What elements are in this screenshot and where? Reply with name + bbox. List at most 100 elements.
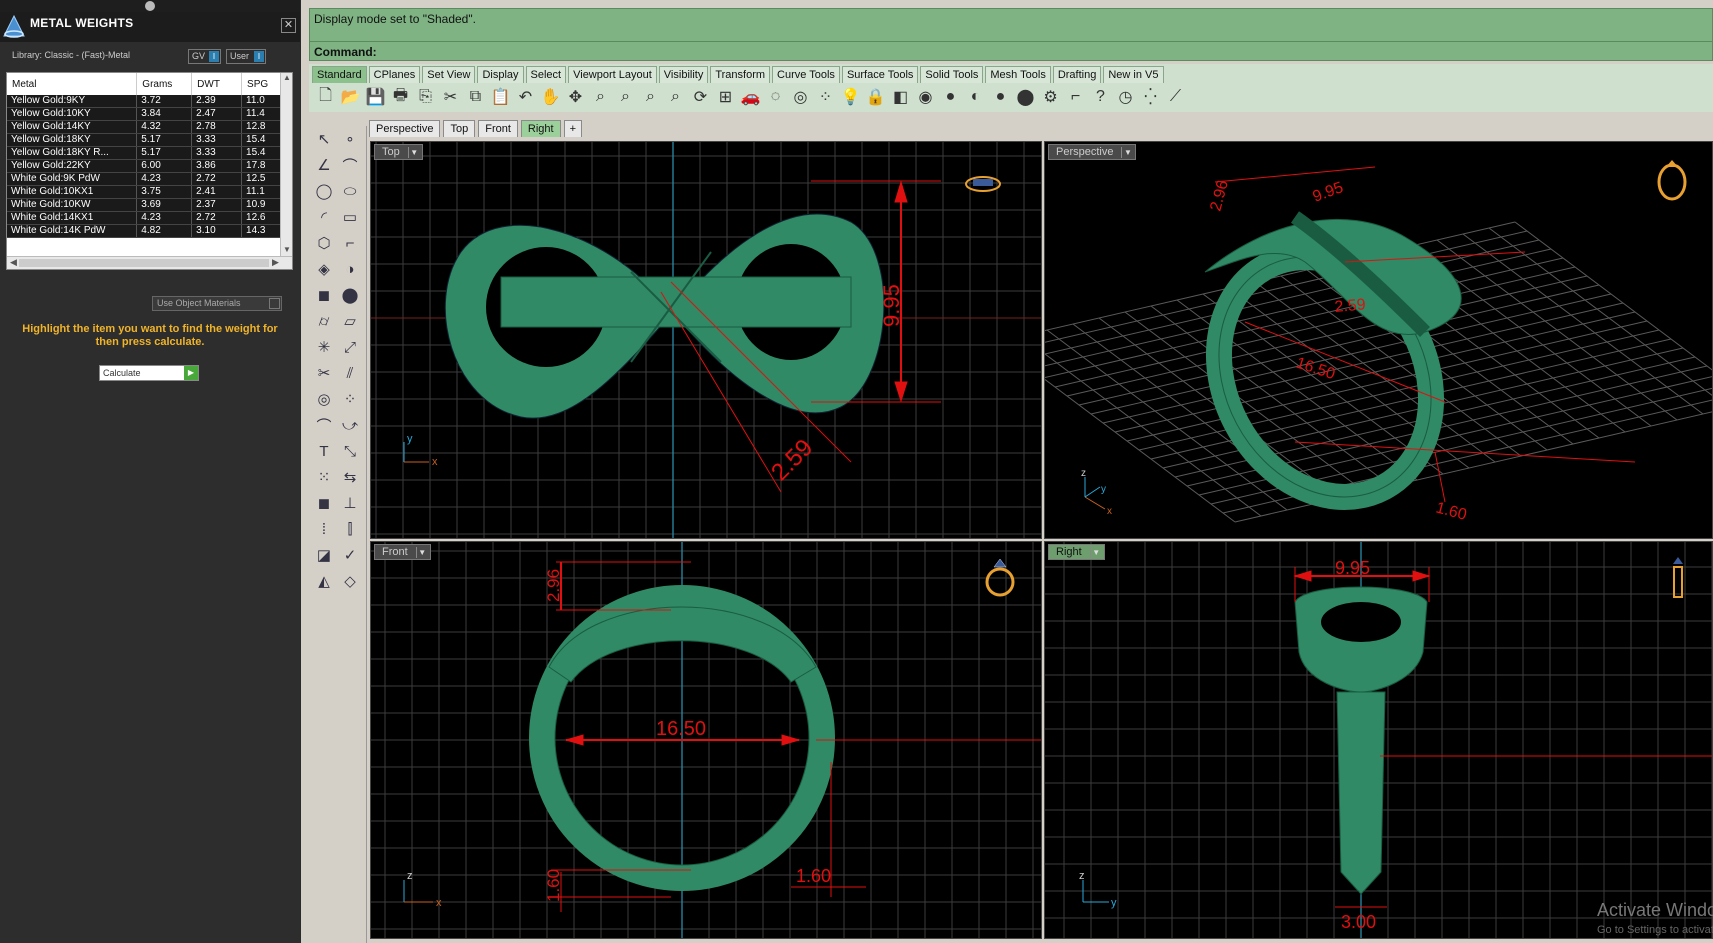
grid-snap-icon[interactable]: ⁘ bbox=[815, 86, 836, 108]
col-metal[interactable]: Metal bbox=[7, 73, 138, 95]
scroll-up-icon[interactable]: ▲ bbox=[283, 73, 291, 82]
curve-icon[interactable]: ⌒ bbox=[339, 154, 361, 176]
table-row[interactable]: Yellow Gold:18KY 5.17 3.33 15.4 bbox=[7, 133, 282, 147]
chevron-down-icon[interactable]: ▼ bbox=[1121, 147, 1133, 158]
move-view-icon[interactable]: ✥ bbox=[565, 86, 586, 108]
tab-viewport-layout[interactable]: Viewport Layout bbox=[568, 66, 657, 83]
plane-icon[interactable]: ▱ bbox=[339, 310, 361, 332]
tab-drafting[interactable]: Drafting bbox=[1052, 66, 1102, 83]
col-spg[interactable]: SPG bbox=[241, 73, 282, 95]
table-row[interactable]: White Gold:9K PdW 4.23 2.72 12.5 bbox=[7, 172, 282, 186]
viewport-top-label[interactable]: Top ▼ bbox=[374, 144, 423, 160]
viewport-front[interactable]: 2.96 16.50 1.60 1.60 z x Front ▼ bbox=[370, 541, 1042, 939]
revolve-icon[interactable]: ◑ bbox=[339, 258, 361, 280]
table-row[interactable]: Yellow Gold:14KY 4.32 2.78 12.8 bbox=[7, 120, 282, 134]
dimension-icon[interactable]: ⊥ bbox=[339, 492, 361, 514]
gv-toggle[interactable]: GV I bbox=[188, 49, 221, 64]
pan-icon[interactable]: ✋ bbox=[540, 86, 561, 108]
viewport-tab-right[interactable]: Right bbox=[520, 120, 561, 137]
paste-icon[interactable]: 📋 bbox=[490, 86, 511, 108]
box-icon[interactable]: ◼ bbox=[313, 284, 335, 306]
calculate-dropdown[interactable]: Calculate ▶ bbox=[99, 365, 199, 381]
tab-mesh-tools[interactable]: Mesh Tools bbox=[985, 66, 1051, 83]
play-icon[interactable]: ▶ bbox=[184, 366, 198, 380]
tab-solid-tools[interactable]: Solid Tools bbox=[920, 66, 984, 83]
tab-transform[interactable]: Transform bbox=[710, 66, 771, 83]
table-row[interactable]: Yellow Gold:18KY R... 5.17 3.33 15.4 bbox=[7, 146, 282, 160]
rectangle-icon[interactable]: ▭ bbox=[339, 206, 361, 228]
render-icon[interactable]: ◭ bbox=[313, 570, 335, 592]
trim-icon[interactable]: ✂ bbox=[313, 362, 335, 384]
arc-icon[interactable]: ◜ bbox=[313, 206, 335, 228]
panel-grip-strip[interactable] bbox=[0, 0, 300, 12]
chevron-down-icon[interactable]: ▼ bbox=[1089, 547, 1102, 558]
viewport-tab-front[interactable]: Front bbox=[478, 120, 518, 137]
add-viewport-tab[interactable]: + bbox=[563, 120, 583, 137]
table-row[interactable]: White Gold:14K PdW 4.82 3.10 14.3 bbox=[7, 224, 282, 238]
viewport-front-label[interactable]: Front ▼ bbox=[374, 544, 431, 560]
align-icon[interactable]: ⫿ bbox=[339, 518, 361, 540]
light-icon[interactable]: 💡 bbox=[840, 86, 861, 108]
render-preview-icon[interactable]: ⬤ bbox=[1015, 86, 1036, 108]
table-row[interactable]: Yellow Gold:10KY 3.84 2.47 11.4 bbox=[7, 107, 282, 121]
new-file-icon[interactable]: 🗋 bbox=[315, 86, 336, 108]
user-toggle[interactable]: User I bbox=[226, 49, 266, 64]
four-views-icon[interactable]: ⊞ bbox=[715, 86, 736, 108]
table-row[interactable]: Yellow Gold:22KY 6.00 3.86 17.8 bbox=[7, 159, 282, 173]
text-icon[interactable]: T bbox=[313, 440, 335, 462]
undo-icon[interactable]: ↶ bbox=[515, 86, 536, 108]
fillet-icon[interactable]: ⌐ bbox=[339, 232, 361, 254]
render-icon[interactable]: ◐ bbox=[965, 86, 986, 108]
explode-icon[interactable]: ✳ bbox=[313, 336, 335, 358]
group-icon[interactable]: ⁘ bbox=[339, 388, 361, 410]
scroll-thumb[interactable] bbox=[19, 259, 269, 267]
zoom-window-icon[interactable]: ⌕ bbox=[615, 86, 636, 108]
chevron-down-icon[interactable]: ▼ bbox=[407, 147, 420, 158]
table-row[interactable]: White Gold:14KX1 4.23 2.72 12.6 bbox=[7, 211, 282, 225]
gear-icon[interactable]: ⚙ bbox=[1040, 86, 1061, 108]
clock-icon[interactable]: ◷ bbox=[1115, 86, 1136, 108]
ghosted-icon[interactable]: ◌ bbox=[765, 86, 786, 108]
zoom-extents-icon[interactable]: ⌕ bbox=[640, 86, 661, 108]
tab-curve-tools[interactable]: Curve Tools bbox=[772, 66, 840, 83]
zoom-selected-icon[interactable]: ⌕ bbox=[665, 86, 686, 108]
extend-icon[interactable]: ⤢ bbox=[339, 336, 361, 358]
zoom-icon[interactable]: ⌕ bbox=[590, 86, 611, 108]
tab-visibility[interactable]: Visibility bbox=[658, 66, 709, 83]
print-icon[interactable]: 🖶 bbox=[390, 86, 411, 108]
surface-icon[interactable]: ◈ bbox=[313, 258, 335, 280]
use-object-materials-checkbox[interactable]: Use Object Materials bbox=[152, 296, 282, 311]
polyline-icon[interactable]: ∠ bbox=[313, 154, 335, 176]
table-row[interactable]: White Gold:10KX1 3.75 2.41 11.1 bbox=[7, 185, 282, 199]
tab-new-in-v5[interactable]: New in V5 bbox=[1103, 66, 1164, 83]
sphere-icon[interactable]: ● bbox=[990, 86, 1011, 108]
chevron-down-icon[interactable]: ▼ bbox=[415, 547, 428, 558]
grid-array-icon[interactable]: ⁞ bbox=[313, 518, 335, 540]
cylinder-icon[interactable]: ⌭ bbox=[313, 310, 335, 332]
offset-icon[interactable]: ⌒ bbox=[313, 414, 335, 436]
table-row[interactable]: White Gold:10KW 3.69 2.37 10.9 bbox=[7, 198, 282, 212]
boolean-icon[interactable]: ◎ bbox=[313, 388, 335, 410]
tab-standard[interactable]: Standard bbox=[312, 66, 367, 83]
mirror-icon[interactable]: ⇆ bbox=[339, 466, 361, 488]
check-icon[interactable]: ✓ bbox=[339, 544, 361, 566]
check-line-icon[interactable]: ⟋ bbox=[1165, 86, 1186, 108]
sphere-icon[interactable]: ⬤ bbox=[339, 284, 361, 306]
checkbox-icon[interactable] bbox=[269, 298, 280, 309]
command-line[interactable]: Command: bbox=[310, 41, 1713, 61]
col-grams[interactable]: Grams bbox=[136, 73, 193, 95]
shade-icon[interactable]: ● bbox=[940, 86, 961, 108]
table-row[interactable]: Yellow Gold:9KY 3.72 2.39 11.0 bbox=[7, 95, 282, 108]
dimension-icon[interactable]: ⌐ bbox=[1065, 86, 1086, 108]
save-icon[interactable]: 💾 bbox=[365, 86, 386, 108]
split-icon[interactable]: ⫽ bbox=[339, 362, 361, 384]
viewport-tab-top[interactable]: Top bbox=[443, 120, 476, 137]
col-dwt[interactable]: DWT bbox=[191, 73, 243, 95]
polygon-icon[interactable]: ⬡ bbox=[313, 232, 335, 254]
close-icon[interactable]: ✕ bbox=[281, 18, 296, 33]
viewport-perspective-label[interactable]: Perspective ▼ bbox=[1048, 144, 1137, 160]
lock-icon[interactable]: 🔒 bbox=[865, 86, 886, 108]
blend-icon[interactable]: ⤻ bbox=[339, 414, 361, 436]
material-icon[interactable]: ◧ bbox=[890, 86, 911, 108]
open-file-icon[interactable]: 📂 bbox=[340, 86, 361, 108]
